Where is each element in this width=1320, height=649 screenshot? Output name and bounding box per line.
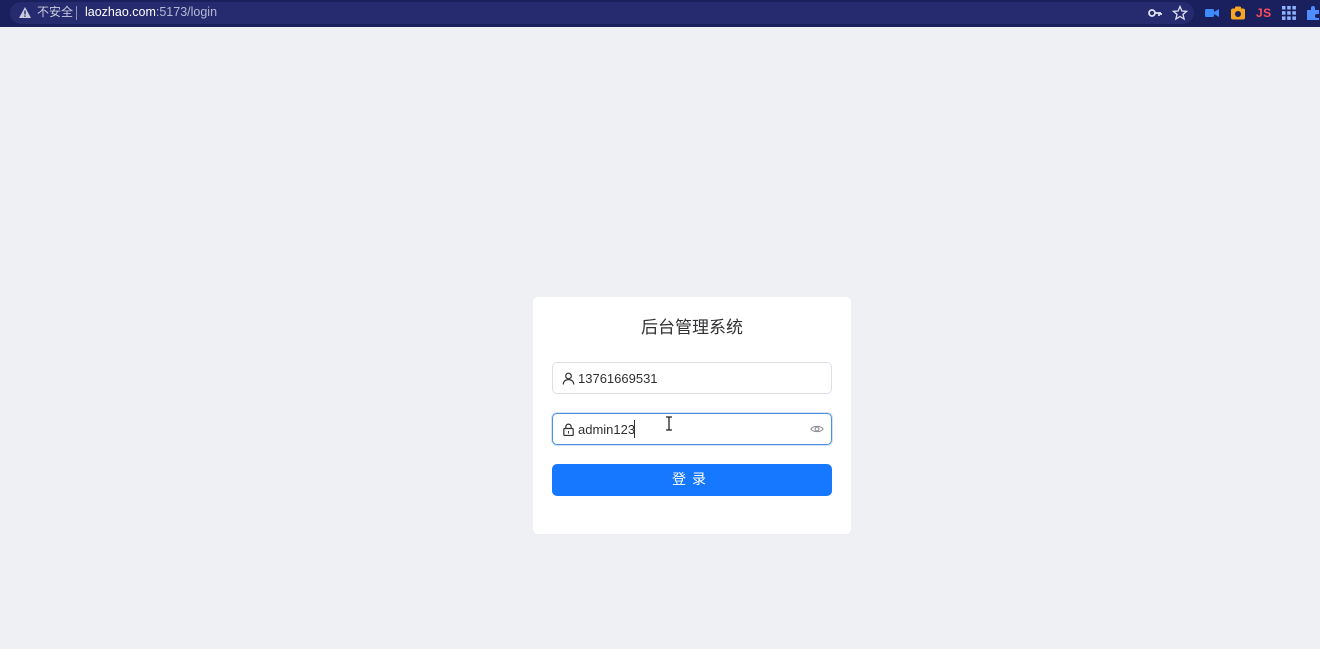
eye-icon[interactable] — [810, 423, 824, 435]
js-ext-icon[interactable]: JS — [1256, 5, 1272, 21]
lock-icon — [563, 423, 574, 436]
page-title: 后台管理系统 — [641, 318, 743, 338]
url-text[interactable]: laozhao.com:5173/login — [85, 5, 217, 20]
username-input[interactable]: 13761669531 — [578, 370, 808, 387]
user-icon — [562, 372, 575, 385]
text-caret — [634, 420, 635, 438]
grid-ext-icon[interactable] — [1281, 5, 1297, 21]
security-label[interactable]: 不安全 — [37, 5, 73, 20]
camera-ext-icon[interactable] — [1230, 5, 1246, 21]
password-field[interactable]: admin123 — [552, 413, 832, 445]
username-field[interactable]: 13761669531 — [552, 362, 832, 394]
star-icon[interactable] — [1172, 5, 1188, 21]
key-icon[interactable] — [1147, 5, 1163, 21]
url-path: :5173/login — [155, 5, 218, 19]
puzzle-ext-icon[interactable] — [1305, 5, 1320, 21]
video-ext-icon[interactable] — [1204, 5, 1220, 21]
warning-icon[interactable] — [18, 6, 32, 19]
url-host: laozhao.com — [85, 5, 156, 19]
login-card: 后台管理系统 13761669531 admin123 登录 — [533, 297, 851, 534]
login-button[interactable]: 登录 — [552, 464, 832, 496]
browser-toolbar: 不安全 laozhao.com:5173/login JS — [0, 0, 1320, 27]
address-separator — [76, 6, 77, 20]
text-cursor-icon — [666, 416, 672, 431]
password-input[interactable]: admin123 — [578, 421, 808, 438]
